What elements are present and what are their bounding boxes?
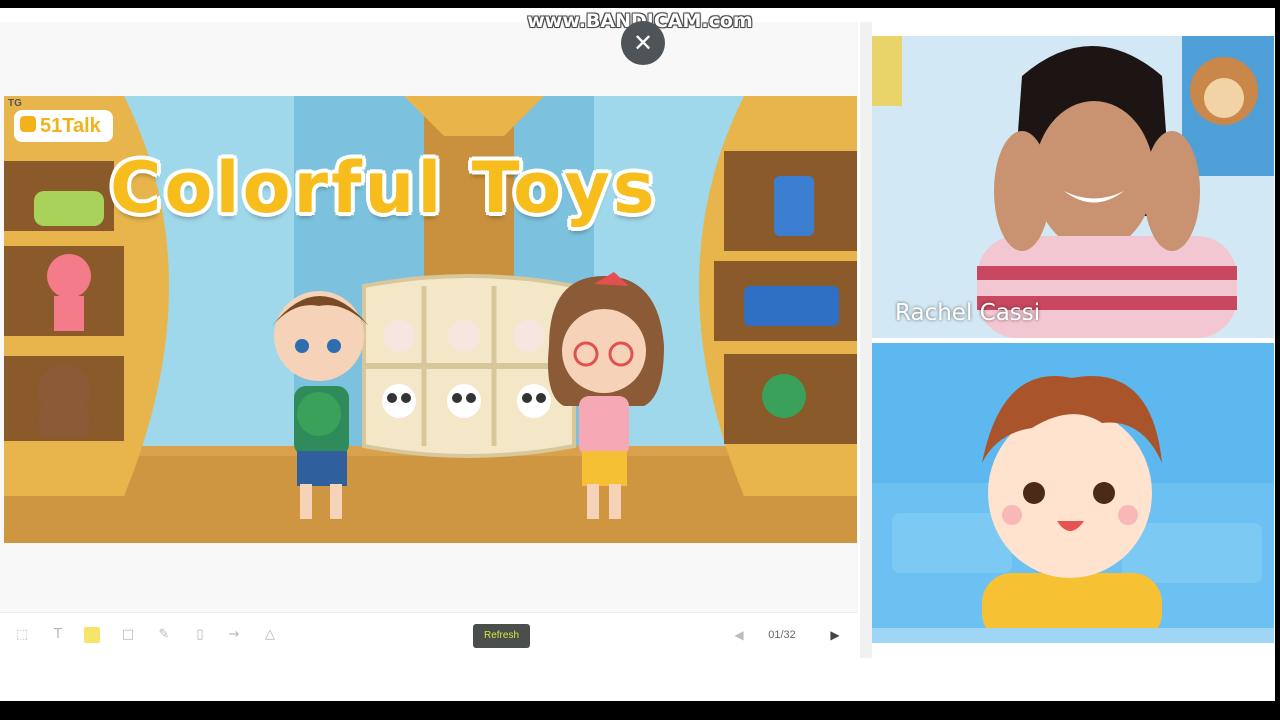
trash-icon[interactable]: ▯ (192, 627, 208, 643)
thumbs-up-icon (20, 116, 36, 132)
page-indicator: 01/32 (768, 629, 796, 641)
teacher-name-label: Rachel Cassi (895, 300, 1041, 326)
previous-page-icon[interactable]: ◀ (732, 628, 746, 642)
next-page-icon[interactable]: ▶ (828, 628, 842, 642)
panel-divider (860, 22, 872, 658)
logo-badge: TG (8, 98, 22, 109)
shape-icon[interactable]: △ (262, 627, 278, 643)
text-icon[interactable]: T (50, 627, 66, 643)
eraser-icon[interactable]: □ (120, 627, 136, 643)
refresh-button[interactable]: Refresh (473, 624, 530, 648)
pen-icon[interactable]: ✎ (156, 627, 172, 643)
right-black-edge (1275, 0, 1280, 720)
student-video-feed (872, 343, 1274, 643)
bottom-black-bar (0, 701, 1280, 720)
student-avatar (872, 343, 1274, 643)
teacher-video-feed (872, 36, 1274, 338)
crop-icon[interactable]: ⬚ (14, 627, 30, 643)
highlighter-icon[interactable] (84, 627, 100, 643)
close-icon[interactable]: ✕ (621, 21, 665, 65)
slide-title: Colorful Toys (110, 147, 658, 229)
teacher-video-image (872, 36, 1274, 338)
arrow-icon[interactable]: → (226, 627, 242, 643)
top-black-bar (0, 0, 1280, 8)
